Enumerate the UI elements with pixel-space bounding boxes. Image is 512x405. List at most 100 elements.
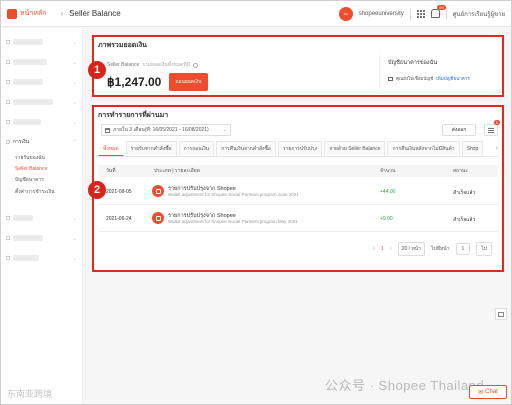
column-header-amount: จำนวน bbox=[380, 168, 396, 174]
help-center-link[interactable]: ศูนย์การเรียนรู้ผู้ขาย bbox=[453, 9, 505, 19]
section-title: การทำรายการที่ผ่านมา bbox=[98, 112, 169, 119]
annotation-badge-1: 1 bbox=[88, 61, 106, 79]
row-amount: +44.00 bbox=[380, 189, 396, 195]
export-button[interactable]: ส่งออก bbox=[442, 124, 476, 136]
notification-badge: 99 bbox=[437, 5, 446, 10]
chevron-down-icon: ⌄ bbox=[71, 235, 77, 242]
row-status: สำเร็จแล้ว bbox=[453, 217, 476, 223]
sidebar-sub-income[interactable]: รายรับของฉัน bbox=[1, 152, 82, 164]
sidebar-item-4[interactable]: ⌄ bbox=[1, 92, 82, 112]
topbar-right: SU shopeeuniversity 99 ศูนย์การเรียนรู้ผ… bbox=[338, 5, 505, 21]
menu-icon bbox=[6, 216, 10, 220]
notification-bell-icon[interactable]: 99 bbox=[430, 5, 446, 18]
seller-balance-title: Seller Balance bbox=[107, 62, 140, 68]
seller-balance-subtitle: รวมยอดเงินทั้งหมดที่มี bbox=[142, 62, 190, 68]
shopping-bag-icon bbox=[152, 185, 164, 197]
sidebar-item-7[interactable]: ⌄ bbox=[1, 228, 82, 248]
download-list-button[interactable]: 5 bbox=[484, 120, 500, 136]
column-header-description: ประเภท | รายละเอียด bbox=[154, 168, 200, 174]
sidebar-sub-payment-settings[interactable]: ตั้งค่าการชำระเงิน bbox=[1, 186, 82, 198]
menu-icon bbox=[6, 40, 10, 44]
sidebar-item-8[interactable]: ⌄ bbox=[1, 248, 82, 268]
chevron-down-icon: ⌄ bbox=[71, 79, 77, 86]
info-icon[interactable] bbox=[192, 62, 198, 68]
shopee-logo-icon[interactable] bbox=[7, 8, 17, 19]
row-date: 2021-06-24 bbox=[106, 216, 132, 222]
sidebar-sub-seller-balance[interactable]: Seller Balance bbox=[1, 164, 82, 174]
home-link[interactable]: หน้าหลัก bbox=[20, 8, 46, 19]
menu-icon bbox=[6, 60, 10, 64]
bank-account-row: คุณยังไม่เชื่อมบัญชี เพิ่มบัญชีธนาคาร bbox=[388, 75, 470, 82]
menu-icon bbox=[6, 100, 10, 104]
column-header-status: สถานะ bbox=[453, 168, 468, 174]
chevron-down-icon: ⌄ bbox=[71, 215, 77, 222]
menu-icon bbox=[6, 256, 10, 260]
chevron-down-icon: ⌄ bbox=[222, 127, 227, 133]
sidebar-item-1[interactable]: ⌄ bbox=[1, 32, 82, 52]
bank-account-box: บัญชีธนาคารของฉัน คุณยังไม่เชื่อมบัญชี เ… bbox=[388, 59, 470, 82]
blurred-label bbox=[13, 255, 39, 261]
sidebar-sub-bank-account[interactable]: บัญชีธนาคาร bbox=[1, 174, 82, 186]
watermark: 公众号 · Shopee Thailand bbox=[325, 378, 485, 393]
chevron-up-icon: ⌃ bbox=[71, 139, 77, 146]
pagination: ‹ 1 › 20 / หน้า ไปที่หน้า 1 ไป bbox=[373, 242, 492, 256]
sidebar-item-5[interactable]: ⌄ bbox=[1, 112, 82, 132]
add-bank-account-link[interactable]: เพิ่มบัญชีธนาคาร bbox=[436, 75, 470, 82]
prev-page-icon[interactable]: ‹ bbox=[373, 246, 375, 252]
tab-order-income[interactable]: รายรับจากคำสั่งซื้อ bbox=[125, 141, 177, 156]
table-row[interactable]: 2021-08-05 รายการปรับปรุงจาก Shopee Wall… bbox=[98, 179, 498, 205]
tab-shop[interactable]: Shop bbox=[461, 141, 484, 156]
goto-page-button[interactable]: ไป bbox=[476, 242, 492, 256]
blurred-label bbox=[13, 235, 43, 241]
chevron-right-icon[interactable]: › bbox=[496, 141, 498, 156]
sidebar-item-6[interactable]: ⌄ bbox=[1, 208, 82, 228]
tab-out-of-stock-refund[interactable]: การคืนเงินหลังจากไม่มีสินค้า bbox=[387, 141, 460, 156]
bank-account-title: บัญชีธนาคารของฉัน bbox=[388, 60, 438, 66]
wallet-icon bbox=[6, 140, 10, 144]
sidebar-item-2[interactable]: ⌄ bbox=[1, 52, 82, 72]
table-row[interactable]: 2021-06-24 รายการปรับปรุงจาก Shopee Wall… bbox=[98, 206, 498, 232]
tab-paid-by-balance[interactable]: จ่ายด้วย Seller Balance bbox=[324, 141, 386, 156]
apps-grid-icon[interactable] bbox=[416, 9, 425, 18]
chevron-down-icon: ⌄ bbox=[71, 39, 77, 46]
amount-row: ฿1,247.00 ถอนยอดเงิน bbox=[107, 73, 208, 91]
transactions-card: การทำรายการที่ผ่านมา 2 ภายใน 3 เดือน(ที่… bbox=[88, 105, 504, 272]
transaction-tabs: ทั้งหมด รายรับจากคำสั่งซื้อ การถอนเงิน ก… bbox=[98, 141, 498, 157]
goto-page-input[interactable]: 1 bbox=[455, 243, 471, 255]
row-amount: +9.00 bbox=[380, 216, 393, 222]
tab-all[interactable]: ทั้งหมด bbox=[98, 141, 124, 156]
page-size-select[interactable]: 20 / หน้า bbox=[397, 242, 425, 256]
chevron-down-icon: ⌄ bbox=[71, 99, 77, 106]
avatar[interactable]: SU bbox=[338, 6, 353, 21]
chat-icon: ✉ bbox=[478, 389, 484, 396]
seller-balance-label: Seller Balance รวมยอดเงินทั้งหมดที่มี bbox=[107, 61, 208, 69]
shopping-bag-icon bbox=[152, 212, 164, 224]
download-count-badge: 5 bbox=[493, 120, 500, 125]
tab-adjustment[interactable]: รายการปรับปรุง bbox=[277, 141, 323, 156]
divider bbox=[445, 7, 447, 20]
tab-withdrawal[interactable]: การถอนเงิน bbox=[178, 141, 215, 156]
row-status: สำเร็จแล้ว bbox=[453, 190, 476, 196]
column-header-date: วันที่ bbox=[106, 168, 116, 174]
withdraw-button[interactable]: ถอนยอดเงิน bbox=[169, 73, 208, 91]
date-range-value: ภายใน 3 เดือน(ที่: 16/05/2021 - 16/08/20… bbox=[113, 127, 209, 133]
account-name[interactable]: shopeeuniversity bbox=[359, 11, 404, 17]
date-range-select[interactable]: ภายใน 3 เดือน(ที่: 16/05/2021 - 16/08/20… bbox=[101, 124, 231, 136]
row-description: Wallet adjustment for Shopee Social Part… bbox=[168, 219, 298, 224]
section-title: ภาพรวมยอดเงิน bbox=[98, 42, 147, 49]
sidebar-item-label: การเงิน bbox=[13, 139, 30, 145]
next-page-icon[interactable]: › bbox=[390, 246, 392, 252]
sidebar-item-3[interactable]: ⌄ bbox=[1, 72, 82, 92]
row-description: Wallet adjustment for Shopee Social Part… bbox=[168, 192, 299, 197]
bank-card-icon bbox=[388, 76, 393, 81]
current-page[interactable]: 1 bbox=[381, 246, 384, 252]
blurred-label bbox=[13, 99, 53, 105]
sidebar-item-finance[interactable]: การเงิน ⌃ bbox=[1, 132, 82, 152]
chat-button[interactable]: ✉ Chat bbox=[469, 385, 507, 399]
balance-overview-card: ภาพรวมยอดเงิน 1 Seller Balance รวมยอดเงิ… bbox=[88, 35, 504, 97]
sidebar: ⌄ ⌄ ⌄ ⌄ ⌄ การเงิน ⌃ รายรับของฉัน Seller B… bbox=[1, 28, 83, 404]
blurred-label bbox=[13, 215, 33, 221]
message-icon[interactable] bbox=[495, 308, 507, 320]
bank-account-status: คุณยังไม่เชื่อมบัญชี bbox=[396, 76, 434, 81]
tab-order-refund[interactable]: การคืนเงินจากคำสั่งซื้อ bbox=[216, 141, 276, 156]
